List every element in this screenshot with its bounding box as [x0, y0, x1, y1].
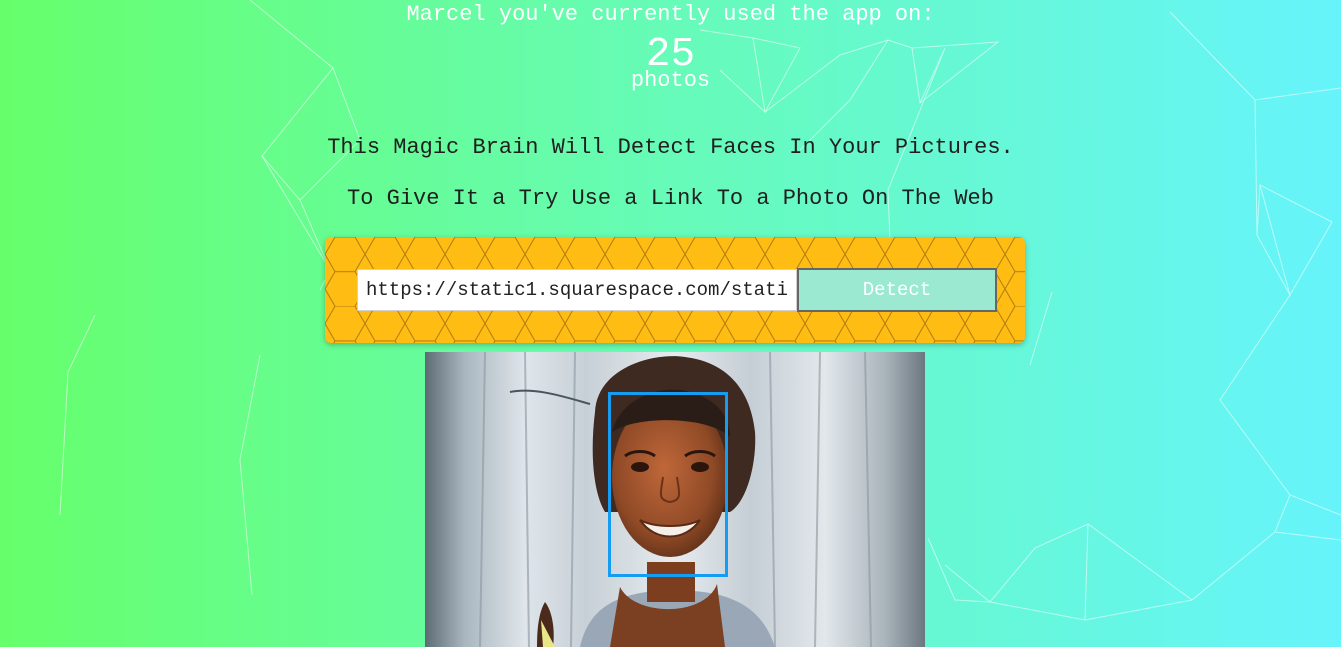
- detect-button[interactable]: Detect: [797, 268, 997, 312]
- image-url-input[interactable]: [357, 269, 797, 311]
- image-link-form: Detect: [325, 237, 1025, 343]
- intro-text: This Magic Brain Will Detect Faces In Yo…: [0, 133, 1341, 214]
- rank-message: Marcel you've currently used the app on:: [406, 2, 935, 27]
- intro-instructions: To Give It a Try Use a Link To a Photo O…: [347, 186, 994, 211]
- face-bounding-box: [608, 392, 728, 577]
- photo-count-unit: photos: [630, 68, 711, 93]
- usage-rank: Marcel you've currently used the app on:…: [0, 0, 1341, 96]
- intro-headline: This Magic Brain Will Detect Faces In Yo…: [327, 135, 1014, 160]
- result-photo: [425, 352, 925, 647]
